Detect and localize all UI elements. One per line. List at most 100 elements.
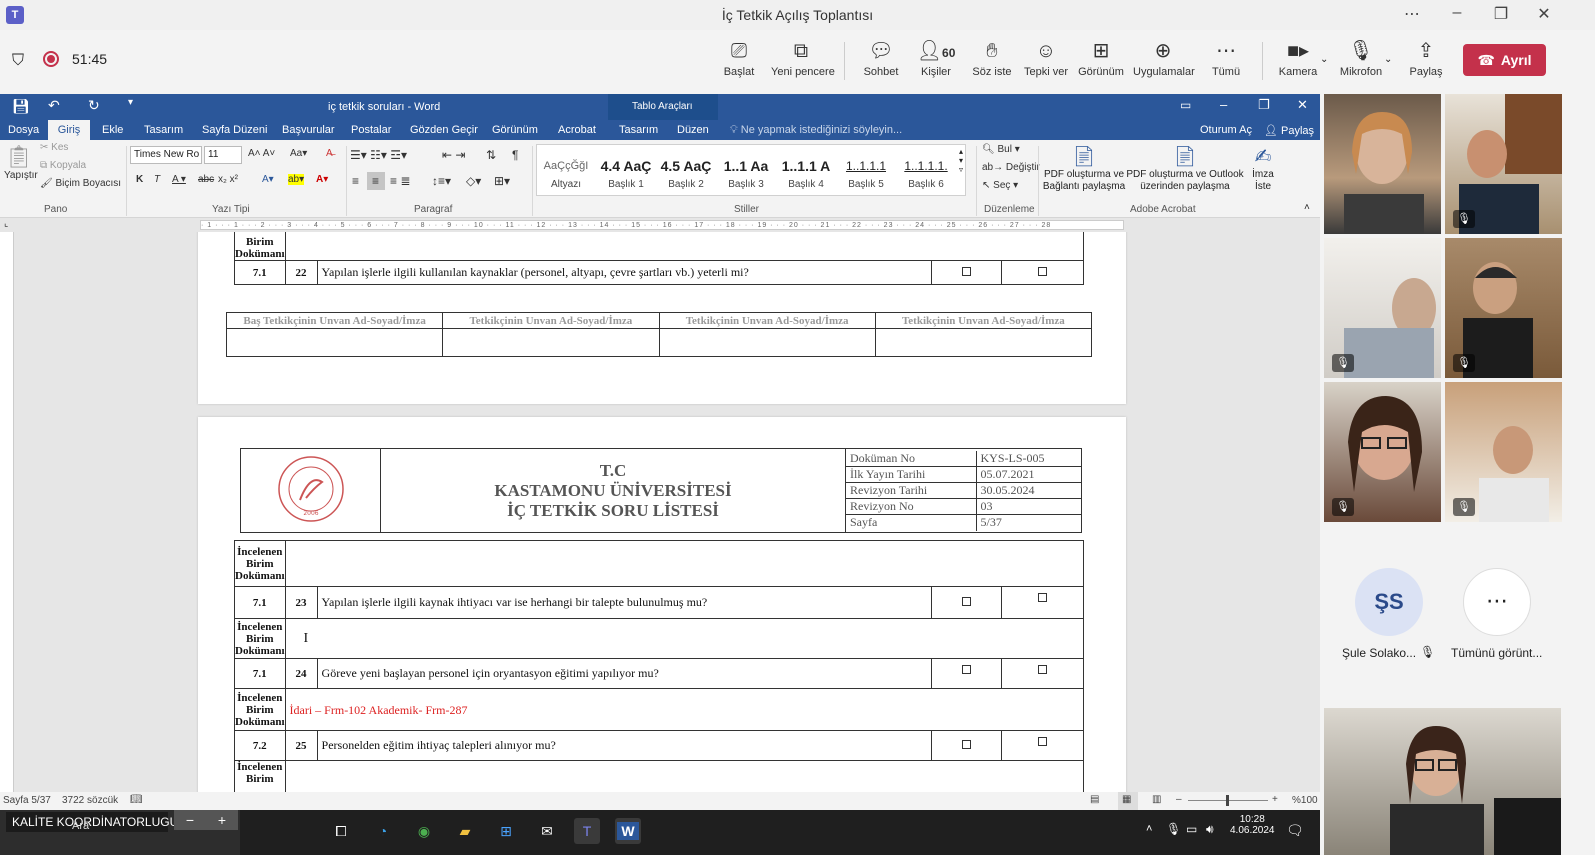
customize-toolbar-icon[interactable]: ▾ [128, 97, 133, 108]
bold-icon[interactable]: K [136, 174, 143, 185]
shading-icon[interactable]: ◇▾ [466, 174, 481, 188]
subscript-icon[interactable]: x₂ x² [218, 174, 238, 185]
document-cell[interactable]: İdari – Frm-102 Akademik- Frm-287 [284, 688, 1085, 731]
request-signature-button[interactable]: ✍︎ İmza İste [1246, 144, 1280, 193]
select-button[interactable]: ↖ Seç ▾ [982, 180, 1018, 191]
apps-button[interactable]: ⊕ Uygulamalar [1133, 38, 1195, 78]
leave-button[interactable]: ☎ Ayrıl [1463, 44, 1546, 76]
clear-formatting-icon[interactable]: A̶ [326, 148, 333, 159]
participant-video[interactable]: 🎙︎ [1324, 238, 1441, 378]
tab-basvurular[interactable]: Başvurular [282, 124, 335, 136]
collapse-ribbon-icon[interactable]: ˄ [1304, 202, 1310, 213]
chevron-up-icon[interactable]: ˄ [1146, 823, 1152, 835]
word-icon[interactable]: W [615, 818, 641, 844]
task-view-icon[interactable]: ⧠ [328, 818, 354, 844]
print-layout-icon[interactable]: ▦ [1122, 794, 1131, 805]
replace-button[interactable]: ab→ Değiştir [982, 162, 1040, 173]
tell-me-box[interactable]: 💡︎ Ne yapmak istediğinizi söyleyin... [730, 124, 902, 137]
font-name-select[interactable]: Times New Ro [130, 146, 202, 164]
checkbox[interactable] [962, 665, 971, 674]
edge-icon[interactable]: ◔ [370, 818, 396, 844]
align-left-icon[interactable]: ≡ [352, 174, 359, 188]
tab-selector-icon[interactable]: ⌞ [4, 218, 8, 229]
banner-controls[interactable]: − + [174, 810, 238, 830]
format-painter-button[interactable]: 🖌︎ Biçim Boyacısı [40, 178, 121, 189]
tab-giris[interactable]: Giriş [48, 120, 90, 140]
redo-icon[interactable]: ↻ [88, 97, 100, 114]
minimize-button[interactable]: – [1437, 4, 1477, 22]
minus-icon[interactable]: − [186, 812, 194, 828]
camera-button[interactable]: ■▸ Kamera [1268, 38, 1328, 78]
style-baslik-5[interactable]: 1..1.1.1 Başlık 5 [837, 153, 895, 197]
italic-icon[interactable]: T [154, 174, 160, 185]
indent-icon[interactable]: ⇤ ⇥ [442, 148, 465, 162]
line-spacing-icon[interactable]: ↕≡▾ [432, 174, 451, 188]
bullets-icon[interactable]: ☰▾ ☷▾ ☲▾ [350, 148, 407, 162]
sign-in-link[interactable]: Oturum Aç [1200, 124, 1252, 136]
checkbox[interactable] [1038, 593, 1047, 602]
sort-icon[interactable]: ⇅ [486, 148, 496, 162]
style-baslik-3[interactable]: 1..1 Aa Başlık 3 [717, 153, 775, 197]
checkbox[interactable] [962, 597, 971, 606]
clock[interactable]: 10:28 4.06.2024 [1230, 814, 1275, 836]
react-button[interactable]: ☺ Tepki ver [1016, 38, 1076, 78]
view-button[interactable]: ⊞ Görünüm [1071, 38, 1131, 78]
plus-icon[interactable]: + [218, 812, 226, 828]
grow-font-icon[interactable]: A˄ A˅ [248, 148, 275, 159]
document-cell[interactable] [284, 540, 1085, 587]
copy-button[interactable]: ⧉ Kopyala [40, 160, 86, 171]
teams-icon[interactable]: T [574, 818, 600, 844]
share-button[interactable]: ⇪ Paylaş [1396, 38, 1456, 78]
participant-video[interactable]: 🎙︎ [1445, 238, 1562, 378]
zoom-level[interactable]: %100 [1292, 795, 1318, 806]
underline-icon[interactable]: A ▾ [172, 174, 186, 185]
maximize-button[interactable]: ❐ [1481, 4, 1521, 24]
zoom-slider-thumb[interactable] [1226, 795, 1229, 806]
ribbon-display-icon[interactable]: ▭ [1180, 98, 1191, 112]
save-icon[interactable]: 💾︎ [12, 98, 30, 115]
self-video[interactable] [1324, 708, 1561, 855]
microphone-tray-icon[interactable]: 🎙︎ [1166, 822, 1181, 836]
styles-scroll-icon[interactable]: ▴ ▾ ▿ [959, 147, 963, 174]
pilcrow-icon[interactable]: ¶ [512, 148, 518, 162]
style-altyazi[interactable]: AaÇçĞğI Altyazı [537, 153, 595, 197]
document-area[interactable]: Birim Dokümanı 7.1 22 Yapılan işlerle ilg… [15, 232, 1320, 792]
participant-video[interactable]: 🎙︎ [1445, 94, 1562, 234]
chevron-down-icon[interactable]: ⌄ [1384, 54, 1392, 65]
chat-button[interactable]: 💬︎ Sohbet [851, 38, 911, 78]
more-button[interactable]: ⋯ Tümü [1196, 38, 1256, 78]
document-cell[interactable]: I [284, 618, 1085, 659]
tab-gorunum[interactable]: Görünüm [492, 124, 538, 136]
tab-tasarim[interactable]: Tasarım [144, 124, 183, 136]
word-count[interactable]: 3722 sözcük [62, 795, 118, 806]
avatar[interactable]: ŞS [1355, 568, 1423, 636]
checkbox[interactable] [1038, 737, 1047, 746]
more-options-icon[interactable]: ⋯ [1392, 4, 1432, 24]
chevron-down-icon[interactable]: ⌄ [1320, 54, 1328, 65]
change-case-icon[interactable]: Aa▾ [290, 148, 307, 159]
paste-button[interactable]: 📋︎ Yapıştır [4, 144, 38, 181]
raise-hand-button[interactable]: ✋︎ Söz iste [962, 38, 1022, 78]
file-explorer-icon[interactable]: ▰ [452, 818, 478, 844]
read-mode-icon[interactable]: ▤ [1090, 794, 1099, 805]
pdf-outlook-button[interactable]: 📄︎ PDF oluşturma ve Outlook üzerinden pay… [1126, 144, 1244, 193]
web-layout-icon[interactable]: ▥ [1152, 794, 1161, 805]
participant-video[interactable]: 🎙︎ [1324, 382, 1441, 522]
checkbox[interactable] [1038, 267, 1047, 276]
style-baslik-2[interactable]: 4.5 AaÇ Başlık 2 [657, 153, 715, 197]
tab-dosya[interactable]: Dosya [8, 124, 39, 136]
volume-icon[interactable]: 🔊︎ [1206, 822, 1214, 837]
network-icon[interactable]: ▭ [1186, 822, 1197, 836]
pdf-link-button[interactable]: 📄︎ PDF oluşturma ve Bağlantı paylaşma [1042, 144, 1126, 193]
cut-button[interactable]: ✂ Kes [40, 142, 68, 153]
checkbox[interactable] [1038, 665, 1047, 674]
share-word-button[interactable]: 👤︎ Paylaş [1264, 124, 1314, 137]
zoom-in-icon[interactable]: + [1272, 794, 1278, 805]
highlight-icon[interactable]: ab▾ [288, 174, 305, 185]
people-button[interactable]: 👤︎60 Kişiler [906, 38, 966, 78]
share-screen-button[interactable]: ⎚ Başlat [709, 38, 769, 78]
font-size-select[interactable]: 11 [204, 146, 242, 164]
see-all-button[interactable]: ⋯ [1463, 568, 1531, 636]
text-effects-icon[interactable]: A▾ [262, 174, 274, 185]
new-window-button[interactable]: ⧉ Yeni pencere [771, 38, 835, 78]
